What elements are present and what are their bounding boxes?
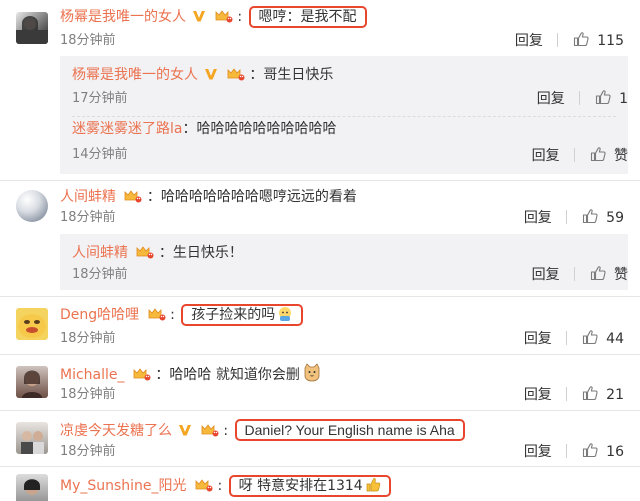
reply-button[interactable]: 回复 [524,208,552,228]
member-crown-icon [213,9,233,23]
like-count[interactable]: 赞 [614,265,628,285]
reply-list: 杨幂是我唯一的女人 ：哥生日快乐 17分钟前 回复 1 迷雾迷雾迷了路la：哈哈… [60,56,628,174]
comment-text: 嗯哼：是我不配 [248,6,367,28]
comment-item: 凉虔今天发糖了么 : Daniel? Your English name is … [0,410,640,468]
timestamp: 18分钟前 [60,444,116,459]
reply-button[interactable]: 回复 [532,265,560,285]
thumbs-up-icon[interactable] [582,442,598,458]
member-crown-icon [199,423,219,437]
avatar[interactable] [16,474,48,501]
member-crown-icon [193,478,213,492]
thumbs-up-icon[interactable] [582,385,598,401]
timestamp: 18分钟前 [60,387,116,402]
username[interactable]: 人间蚌精 [60,189,116,205]
reply-button[interactable]: 回复 [524,329,552,349]
reply-text: 生日快乐！ [172,245,243,261]
member-crown-icon [131,367,151,381]
verified-v-icon [192,9,206,23]
comment-text: 孩子捡来的吗 [181,304,304,326]
timestamp: 18分钟前 [60,331,116,346]
reply-button[interactable]: 回复 [537,89,565,109]
member-crown-icon [134,245,154,259]
reply-item: 杨幂是我唯一的女人 ：哥生日快乐 17分钟前 回复 1 [72,67,628,109]
reply-actions: 回复 1 [537,89,628,109]
comment-actions: 回复 59 [524,208,624,228]
baby-emoji-icon [279,307,292,321]
thumbs-up-icon[interactable] [573,31,589,47]
comment-item: Michalle_ ：哈哈哈 就知道你会删 18分钟前 回复 21 [0,354,640,412]
username[interactable]: My_Sunshine_阳光 [60,478,187,494]
thumbs-up-icon[interactable] [590,146,606,162]
reply-button[interactable]: 回复 [515,31,543,51]
like-count[interactable]: 赞 [614,146,628,166]
comment-item: 人间蚌精 ：哈哈哈哈哈哈哈嗯哼远远的看着 18分钟前 回复 59 人间蚌精 ：生… [0,180,640,294]
thumbs-up-icon[interactable] [590,265,606,281]
timestamp: 17分钟前 [72,91,128,106]
reply-button[interactable]: 回复 [524,385,552,405]
reply-button[interactable]: 回复 [524,442,552,462]
avatar[interactable] [16,366,48,398]
reply-actions: 回复 赞 [532,146,628,166]
avatar[interactable] [16,422,48,454]
timestamp: 14分钟前 [72,147,128,162]
reply-text: 哥生日快乐 [263,67,334,83]
username[interactable]: 人间蚌精 [72,245,128,261]
comment-text: 呀 特意安排在1314 [228,475,391,497]
username[interactable]: Deng哈哈哩 [60,307,139,323]
reply-actions: 回复 赞 [532,265,628,285]
avatar[interactable] [16,308,48,340]
comment-item: 杨幂是我唯一的女人 : 嗯哼：是我不配 18分钟前 回复 115 杨幂是我唯一的… [0,0,640,182]
reply-list: 人间蚌精 ：生日快乐！ 18分钟前 回复 赞 [60,234,628,290]
like-count[interactable]: 21 [606,385,624,405]
like-count[interactable]: 115 [597,31,624,51]
comment-item: Deng哈哈哩 : 孩子捡来的吗 18分钟前 回复 44 [0,296,640,354]
reply-item: 迷雾迷雾迷了路la：哈哈哈哈哈哈哈哈哈哈 14分钟前 回复 赞 [72,121,628,166]
like-count[interactable]: 16 [606,442,624,462]
timestamp: 18分钟前 [60,210,116,225]
timestamp: 18分钟前 [72,267,128,282]
cat-emoji-icon [304,363,320,382]
like-count[interactable]: 59 [606,208,624,228]
comment-item: My_Sunshine_阳光 : 呀 特意安排在1314 [0,466,640,501]
member-crown-icon [146,307,166,321]
username[interactable]: 迷雾迷雾迷了路la [72,121,182,137]
comment-text: 哈哈哈哈哈哈哈嗯哼远远的看着 [160,189,357,205]
reply-item: 人间蚌精 ：生日快乐！ 18分钟前 回复 赞 [72,245,628,285]
username[interactable]: 杨幂是我唯一的女人 [60,9,186,25]
verified-v-icon [204,67,218,81]
username[interactable]: Michalle_ [60,367,125,383]
comment-text: 哈哈哈 就知道你会删 [169,367,300,383]
member-crown-icon [225,67,245,81]
comment-text: Daniel? Your English name is Aha [234,419,465,441]
thumbs-up-icon[interactable] [582,208,598,224]
comment-actions: 回复 21 [524,385,624,405]
username[interactable]: 凉虔今天发糖了么 [60,423,172,439]
username[interactable]: 杨幂是我唯一的女人 [72,67,198,83]
timestamp: 18分钟前 [60,33,116,48]
verified-v-icon [178,423,192,437]
reply-text: 哈哈哈哈哈哈哈哈哈哈 [196,121,337,137]
avatar[interactable] [16,190,48,222]
member-crown-icon [122,189,142,203]
like-count[interactable]: 1 [619,89,628,109]
comment-actions: 回复 16 [524,442,624,462]
like-count[interactable]: 44 [606,329,624,349]
comment-actions: 回复 44 [524,329,624,349]
thumbs-up-icon[interactable] [582,329,598,345]
avatar[interactable] [16,12,48,44]
thumbs-up-emoji-icon [366,478,380,492]
comment-actions: 回复 115 [515,31,624,51]
reply-button[interactable]: 回复 [532,146,560,166]
thumbs-up-icon[interactable] [595,89,611,105]
